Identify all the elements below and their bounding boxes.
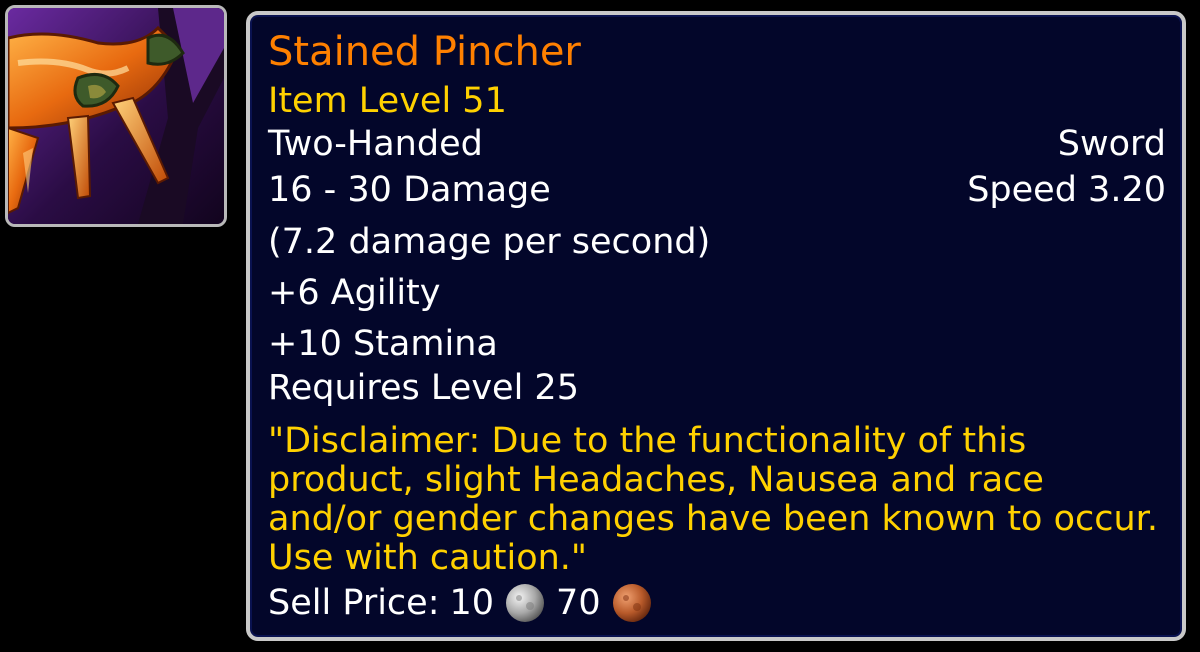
item-dps: (7.2 damage per second): [268, 222, 711, 262]
item-damage: 16 - 30 Damage: [268, 170, 551, 210]
sell-price: Sell Price: 10 70: [268, 583, 653, 623]
flavor-text: "Disclaimer: Due to the functionality of…: [268, 421, 1158, 578]
item-level: Item Level 51: [268, 81, 507, 121]
item-type: Sword: [1057, 124, 1166, 164]
item-speed: Speed 3.20: [967, 170, 1166, 210]
sell-price-copper: 70: [556, 583, 601, 623]
sell-price-silver: 10: [449, 583, 495, 623]
copper-coin-icon: [612, 584, 651, 622]
item-tooltip: Stained Pincher Item Level 51 Two-Handed…: [246, 11, 1186, 641]
silver-coin-icon: [506, 584, 545, 622]
crab-claw-sword-icon: [8, 8, 224, 224]
sell-price-label: Sell Price:: [268, 583, 440, 623]
item-icon-frame[interactable]: [5, 5, 227, 227]
stat-agility: +6 Agility: [268, 273, 441, 313]
item-name: Stained Pincher: [268, 29, 581, 75]
item-requirement: Requires Level 25: [268, 368, 579, 408]
stat-stamina: +10 Stamina: [268, 324, 498, 364]
item-slot: Two-Handed: [268, 124, 483, 164]
